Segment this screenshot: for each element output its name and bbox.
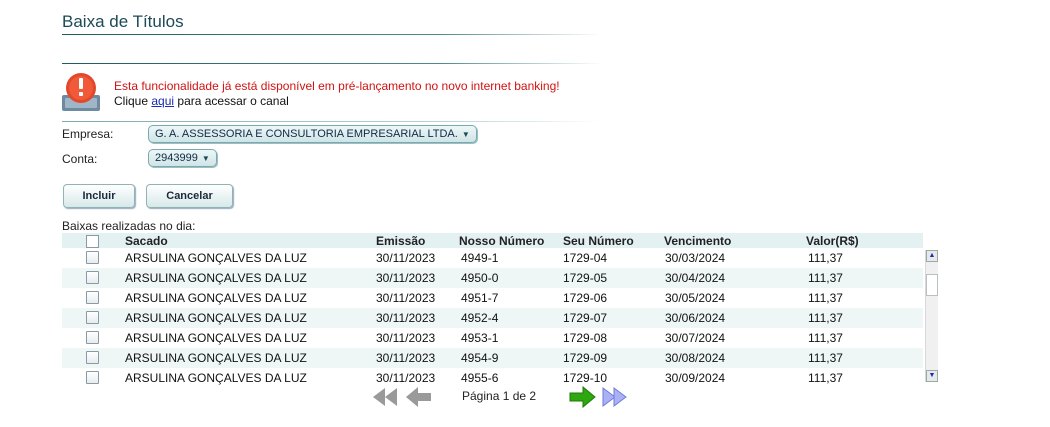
scroll-down-icon[interactable]: ▼ [926,370,938,382]
cell-vencimento: 30/07/2024 [665,331,726,345]
alert-message: Esta funcionalidade já está disponível e… [114,79,560,93]
row-checkbox[interactable] [86,311,99,324]
cell-emissao: 30/11/2023 [376,291,436,305]
table-row[interactable]: ARSULINA GONÇALVES DA LUZ 30/11/2023 495… [62,308,923,328]
header-vencimento: Vencimento [664,234,732,248]
cell-sacado: ARSULINA GONÇALVES DA LUZ [125,251,307,265]
chevron-down-icon: ▼ [201,154,210,163]
cell-nosso-numero: 4950-0 [461,271,499,285]
table-row[interactable]: ARSULINA GONÇALVES DA LUZ 30/11/2023 495… [62,368,923,385]
select-all-checkbox[interactable] [86,235,99,248]
cell-emissao: 30/11/2023 [376,371,436,385]
cell-emissao: 30/11/2023 [376,351,436,365]
cell-nosso-numero: 4955-6 [461,371,499,385]
cell-seu-numero: 1729-07 [563,311,608,325]
header-nosso-numero: Nosso Número [459,234,545,248]
cell-sacado: ARSULINA GONÇALVES DA LUZ [125,311,307,325]
cell-valor: 111,37 [808,271,843,285]
cell-seu-numero: 1729-08 [563,331,608,345]
header-emissao: Emissão [376,234,426,248]
header-valor: Valor(R$) [806,234,859,248]
empresa-select[interactable]: G. A. ASSESSORIA E CONSULTORIA EMPRESARI… [148,125,477,143]
table-row[interactable]: ARSULINA GONÇALVES DA LUZ 30/11/2023 495… [62,288,923,308]
cell-vencimento: 30/03/2024 [665,251,726,265]
scroll-up-icon[interactable]: ▲ [926,250,938,262]
cell-vencimento: 30/06/2024 [665,311,726,325]
alert-link-line: Clique aqui para acessar o canal [114,94,289,108]
conta-select[interactable]: 2943999 ▼ [148,149,217,167]
table-caption: Baixas realizadas no dia: [62,219,196,233]
table-row[interactable]: ARSULINA GONÇALVES DA LUZ 30/11/2023 494… [62,248,923,268]
scroll-thumb[interactable] [926,274,938,296]
empresa-selected-value: G. A. ASSESSORIA E CONSULTORIA EMPRESARI… [155,128,458,140]
previous-page-icon[interactable] [405,386,433,408]
row-checkbox[interactable] [86,351,99,364]
row-checkbox[interactable] [86,291,99,304]
cell-nosso-numero: 4954-9 [461,351,499,365]
cell-valor: 111,37 [808,331,843,345]
row-checkbox[interactable] [86,331,99,344]
cell-seu-numero: 1729-06 [563,291,608,305]
page-title: Baixa de Títulos [62,12,184,31]
alert-prefix: Clique [114,94,149,108]
cell-valor: 111,37 [808,371,843,385]
cell-nosso-numero: 4953-1 [461,331,499,345]
new-banking-link[interactable]: aqui [151,94,174,108]
cell-emissao: 30/11/2023 [376,331,436,345]
empresa-label: Empresa: [62,127,114,141]
chevron-down-icon: ▼ [461,130,470,139]
last-page-icon[interactable] [601,386,629,408]
header-sacado: Sacado [125,234,168,248]
titles-grid: Sacado Emissão Nosso Número Seu Número V… [62,233,942,385]
cell-nosso-numero: 4951-7 [461,291,499,305]
table-header: Sacado Emissão Nosso Número Seu Número V… [62,233,923,248]
conta-selected-value: 2943999 [155,152,198,164]
cell-nosso-numero: 4952-4 [461,311,499,325]
conta-label: Conta: [62,152,98,166]
title-divider [62,34,602,35]
cell-nosso-numero: 4949-1 [461,251,499,265]
table-row[interactable]: ARSULINA GONÇALVES DA LUZ 30/11/2023 495… [62,328,923,348]
alert-icon [62,73,100,111]
cell-vencimento: 30/05/2024 [665,291,726,305]
cell-sacado: ARSULINA GONÇALVES DA LUZ [125,331,307,345]
next-page-icon[interactable] [568,386,596,408]
cell-vencimento: 30/04/2024 [665,271,726,285]
row-checkbox[interactable] [86,371,99,384]
cell-seu-numero: 1729-05 [563,271,608,285]
alert-divider [62,121,602,122]
table-row[interactable]: ARSULINA GONÇALVES DA LUZ 30/11/2023 495… [62,348,923,368]
cell-sacado: ARSULINA GONÇALVES DA LUZ [125,351,307,365]
cell-valor: 111,37 [808,311,843,325]
incluir-button[interactable]: Incluir [63,184,135,208]
cell-seu-numero: 1729-10 [563,371,608,385]
cell-vencimento: 30/09/2024 [665,371,726,385]
table-scrollbar[interactable]: ▲ ▼ [925,250,938,382]
row-checkbox[interactable] [86,251,99,264]
cell-emissao: 30/11/2023 [376,311,436,325]
cell-emissao: 30/11/2023 [376,251,436,265]
cell-valor: 111,37 [808,351,843,365]
cell-sacado: ARSULINA GONÇALVES DA LUZ [125,271,307,285]
first-page-icon[interactable] [372,386,400,408]
cell-sacado: ARSULINA GONÇALVES DA LUZ [125,371,307,385]
cell-valor: 111,37 [808,291,843,305]
row-checkbox[interactable] [86,271,99,284]
section-divider [62,63,602,64]
cell-valor: 111,37 [808,251,843,265]
cell-emissao: 30/11/2023 [376,271,436,285]
cell-vencimento: 30/08/2024 [665,351,726,365]
cell-sacado: ARSULINA GONÇALVES DA LUZ [125,291,307,305]
cell-seu-numero: 1729-09 [563,351,608,365]
header-seu-numero: Seu Número [563,234,634,248]
table-row[interactable]: ARSULINA GONÇALVES DA LUZ 30/11/2023 495… [62,268,923,288]
page-indicator: Página 1 de 2 [462,389,537,403]
cancelar-button[interactable]: Cancelar [146,184,233,208]
alert-suffix: para acessar o canal [177,94,289,108]
cell-seu-numero: 1729-04 [563,251,608,265]
